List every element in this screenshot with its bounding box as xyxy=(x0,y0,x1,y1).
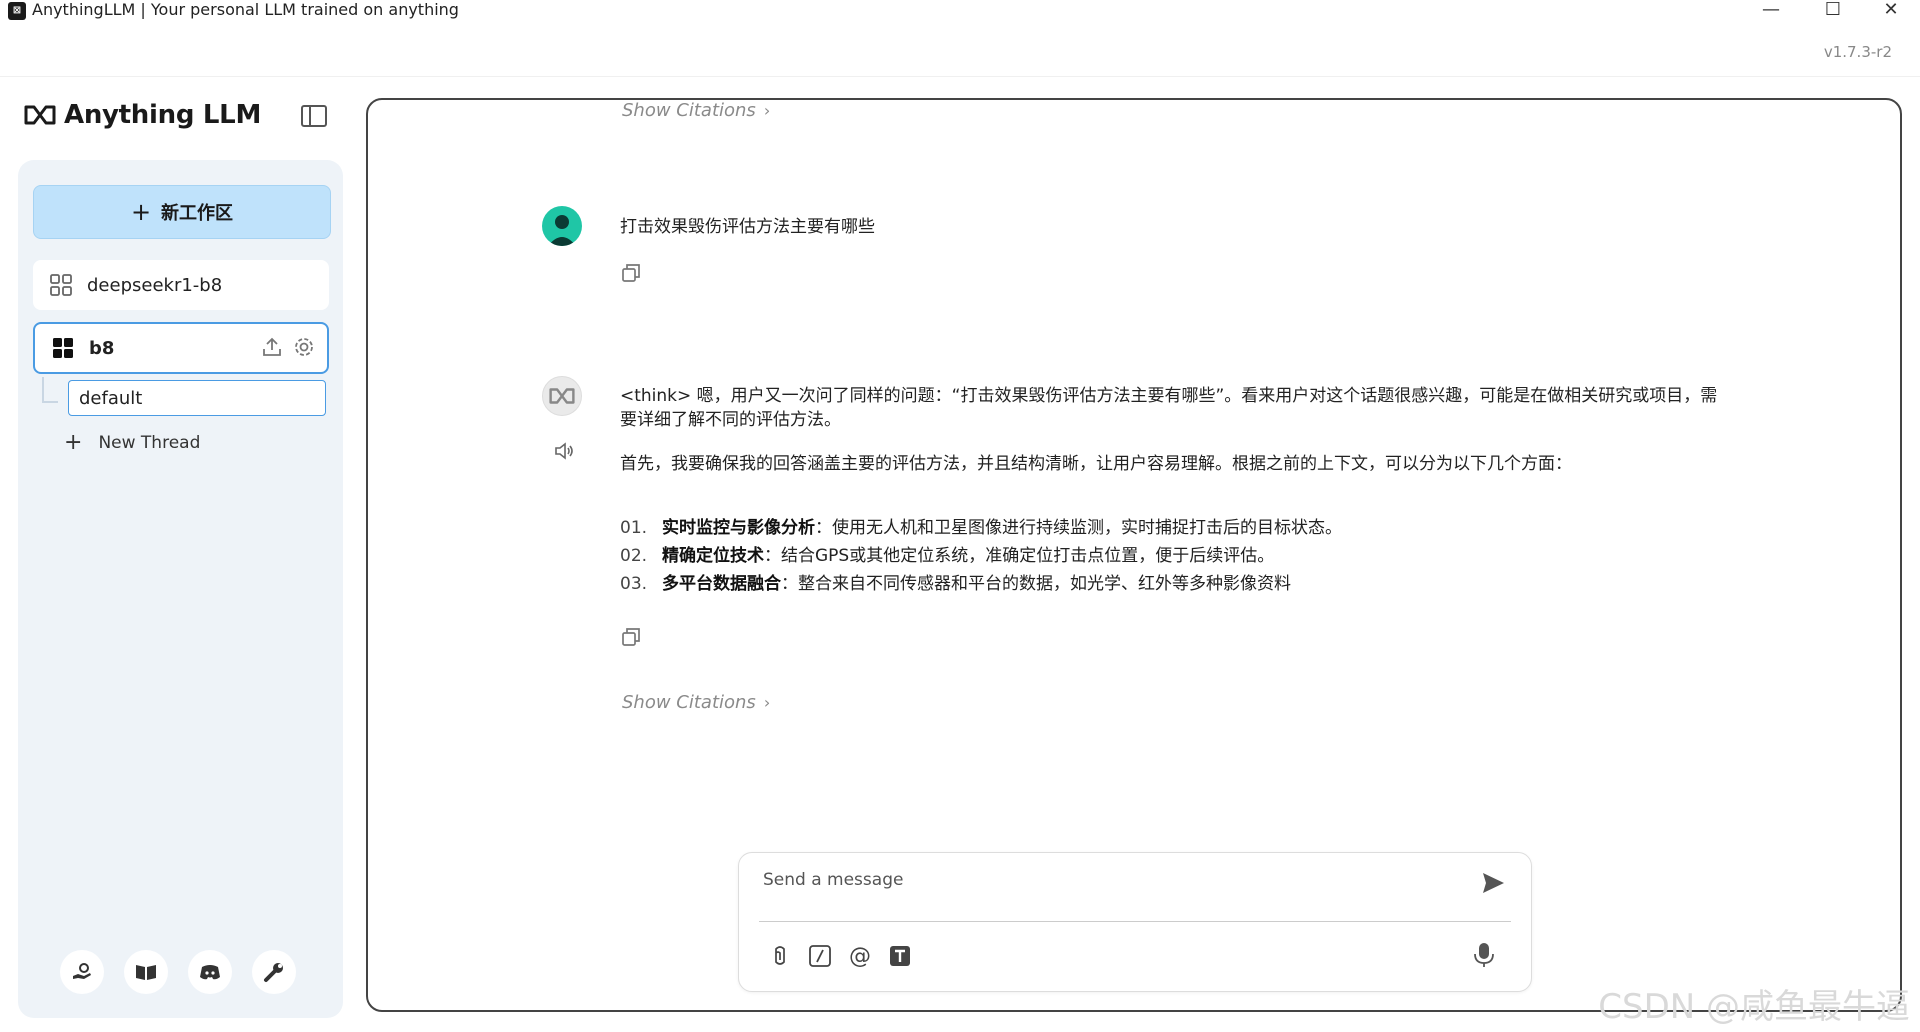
speaker-icon[interactable] xyxy=(553,440,575,462)
wrench-icon xyxy=(264,963,283,982)
brand[interactable]: Anything LLM xyxy=(24,100,261,130)
composer-divider xyxy=(759,921,1511,922)
minimize-button[interactable]: — xyxy=(1742,0,1800,24)
show-citations-button[interactable]: Show Citations › xyxy=(622,100,770,121)
slash-command-icon xyxy=(809,945,831,967)
close-button[interactable]: ✕ xyxy=(1862,0,1920,24)
assistant-list: 01. 实时监控与影像分析：使用无人机和卫星图像进行持续监测，实时捕捉打击后的目标… xyxy=(620,514,1342,598)
app-logo-icon: ⊠ xyxy=(8,2,26,20)
gear-icon[interactable] xyxy=(293,336,315,358)
new-workspace-button[interactable]: + 新工作区 xyxy=(33,185,331,239)
new-thread-button[interactable]: + New Thread xyxy=(64,430,200,455)
window-title: AnythingLLM | Your personal LLM trained … xyxy=(32,0,459,19)
sidebar-toggle-icon[interactable] xyxy=(300,104,328,128)
list-item: 02. 精确定位技术：结合GPS或其他定位系统，准确定位打击点位置，便于后续评估。 xyxy=(620,546,1275,566)
watermark: CSDN @咸鱼最牛逼 xyxy=(1598,987,1910,1027)
user-icon xyxy=(548,215,576,246)
new-thread-label: New Thread xyxy=(98,432,201,453)
show-citations-label: Show Citations xyxy=(622,100,756,121)
text-format-icon xyxy=(890,946,910,966)
attach-button[interactable] xyxy=(767,943,793,969)
copy-icon[interactable] xyxy=(620,626,642,648)
send-icon[interactable] xyxy=(1479,869,1507,897)
version-label: v1.7.3-r2 xyxy=(1823,43,1892,61)
chevron-right-icon: › xyxy=(763,101,771,120)
workspace-name: deepseekr1-b8 xyxy=(87,274,223,296)
community-hub-button[interactable] xyxy=(60,950,104,994)
anythingllm-logo-icon xyxy=(24,105,56,125)
maximize-button[interactable]: ☐ xyxy=(1804,0,1862,24)
message-input[interactable] xyxy=(761,869,1445,891)
hand-heart-icon xyxy=(73,963,91,979)
window-titlebar: ⊠ AnythingLLM | Your personal LLM traine… xyxy=(0,0,1920,28)
assistant-avatar xyxy=(542,376,582,416)
discord-button[interactable] xyxy=(188,950,232,994)
list-item: 01. 实时监控与影像分析：使用无人机和卫星图像进行持续监测，实时捕捉打击后的目标… xyxy=(620,518,1342,538)
workspace-actions xyxy=(261,336,315,358)
chevron-right-icon: › xyxy=(763,693,771,712)
paperclip-icon xyxy=(775,946,785,965)
workspace-item-deepseekr1-b8[interactable]: deepseekr1-b8 xyxy=(33,260,329,310)
upload-icon[interactable] xyxy=(261,336,283,358)
user-message: 打击效果毁伤评估方法主要有哪些 xyxy=(620,217,875,237)
thread-tree-branch xyxy=(42,401,58,403)
slash-command-button[interactable] xyxy=(807,943,833,969)
agent-mention-button[interactable]: @ xyxy=(847,943,873,969)
composer-tools: @ xyxy=(767,943,913,969)
docs-button[interactable] xyxy=(124,950,168,994)
header-divider xyxy=(0,76,1920,77)
message-composer: @ xyxy=(738,852,1532,992)
sidebar: + 新工作区 deepseekr1-b8 b8 default + New Th… xyxy=(18,160,343,1018)
show-citations-label: Show Citations xyxy=(622,692,756,713)
user-avatar xyxy=(542,206,582,246)
plus-icon: + xyxy=(130,198,152,226)
grid-outline-icon xyxy=(50,274,72,296)
workspace-name: b8 xyxy=(89,337,115,359)
at-sign-icon: @ xyxy=(849,943,871,969)
brand-name: Anything LLM xyxy=(64,100,262,130)
settings-button[interactable] xyxy=(252,950,296,994)
assistant-intro-text: 首先，我要确保我的回答涵盖主要的评估方法，并且结构清晰，让用户容易理解。根据之前… xyxy=(620,454,1572,474)
thread-item-default[interactable]: default xyxy=(68,380,326,416)
show-citations-button[interactable]: Show Citations › xyxy=(622,692,770,713)
thread-tree-line xyxy=(42,377,44,403)
new-workspace-label: 新工作区 xyxy=(161,203,234,224)
workspace-item-b8[interactable]: b8 xyxy=(33,322,329,374)
assistant-think-text: <think> 嗯，用户又一次问了同样的问题：“打击效果毁伤评估方法主要有哪些”… xyxy=(620,386,1718,430)
text-size-button[interactable] xyxy=(887,943,913,969)
anythingllm-logo-icon xyxy=(549,388,575,404)
microphone-icon[interactable] xyxy=(1471,941,1497,969)
copy-icon[interactable] xyxy=(620,262,642,284)
plus-icon: + xyxy=(64,430,83,455)
discord-icon xyxy=(200,965,220,980)
list-item: 03. 多平台数据融合：整合来自不同传感器和平台的数据，如光学、红外等多种影像资料 xyxy=(620,574,1291,594)
grid-filled-icon xyxy=(53,338,73,358)
sidebar-footer xyxy=(60,950,296,994)
chat-panel: Show Citations › 打击效果毁伤评估方法主要有哪些 <think> … xyxy=(366,98,1902,1012)
book-open-icon xyxy=(136,965,156,980)
